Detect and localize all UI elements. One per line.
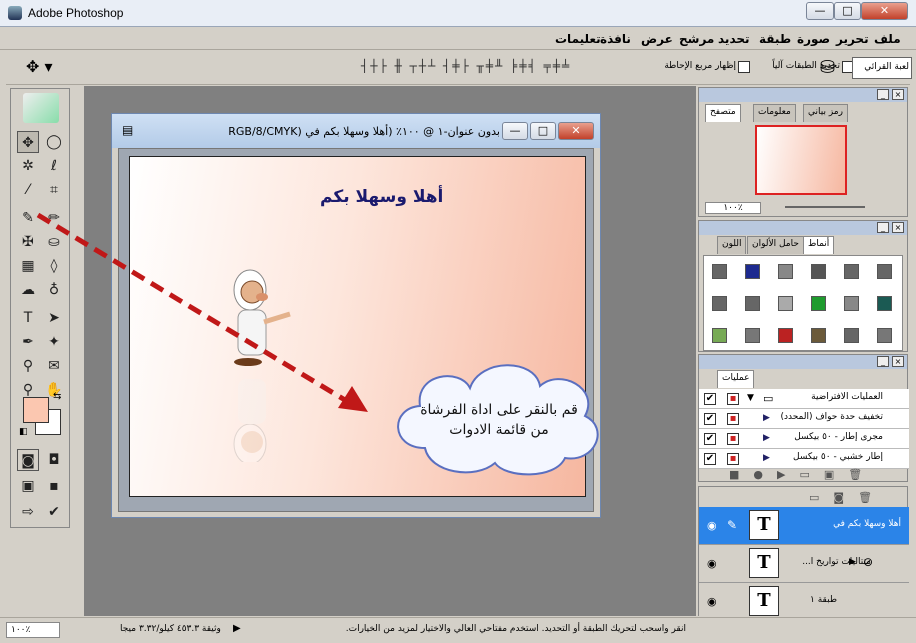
- instruction-callout: قم بالنقر على اداة الفرشاة من قائمة الاد…: [385, 348, 610, 480]
- style-swatch[interactable]: [778, 296, 793, 311]
- actions-panel: _ × عمليات ✔ ▪ ▼ ▭ العمليات الافتراضية ✔…: [698, 354, 909, 482]
- layers-top-buttons[interactable]: ▭◙🗑: [809, 491, 886, 504]
- actions-minimize-button[interactable]: _: [877, 356, 889, 367]
- visibility-eye-icon[interactable]: ◉: [707, 519, 717, 532]
- styles-panel: _ × أنماط حامل الألوان اللون: [698, 220, 908, 352]
- style-swatch[interactable]: [811, 296, 826, 311]
- style-swatch[interactable]: [877, 328, 892, 343]
- action-toggle[interactable]: ✔: [704, 393, 716, 405]
- navigator-preview[interactable]: [755, 125, 847, 195]
- style-swatch[interactable]: [811, 264, 826, 279]
- status-zoom-field[interactable]: ١٠٠٪: [6, 622, 60, 638]
- folder-icon: ▭: [763, 392, 774, 405]
- style-swatch[interactable]: [844, 296, 859, 311]
- action-row[interactable]: ✔ ▪ ▼ ▭ العمليات الافتراضية: [699, 389, 909, 409]
- layer-name: أهلا وسهلا بكم في: [833, 519, 901, 529]
- layer-name: متتاليات تواريخ ا...: [802, 557, 871, 567]
- navigator-panel: _ × رمز بياني معلومات متصفح ١٠٠٪: [698, 87, 908, 217]
- actions-panel-header: _ ×: [699, 355, 907, 369]
- action-dialog-toggle[interactable]: ▪: [727, 433, 739, 445]
- tab-histogram[interactable]: رمز بياني: [803, 104, 848, 122]
- styles-panel-header: _ ×: [699, 221, 907, 235]
- status-menu-triangle-icon[interactable]: ▶: [233, 623, 241, 634]
- navigator-panel-header: _ ×: [699, 88, 907, 102]
- layer-name: طبقة ١: [810, 595, 837, 605]
- style-swatch[interactable]: [745, 296, 760, 311]
- play-triangle-icon[interactable]: ▶: [763, 453, 770, 463]
- status-hint: انقر واسحب لتحريك الطبقة أو التحديد. است…: [345, 624, 686, 634]
- navigator-zoom-field[interactable]: ١٠٠٪: [705, 202, 761, 214]
- tab-color[interactable]: اللون: [717, 236, 747, 254]
- action-row[interactable]: ✔ ▪ ▶ تخفيف حدة حواف (المحدد): [699, 409, 909, 429]
- action-toggle[interactable]: ✔: [704, 413, 716, 425]
- action-label: إطار خشبي - ٥٠ بيكسل: [793, 452, 883, 462]
- action-row[interactable]: ✔ ▪ ▶ إطار خشبي - ٥٠ بيكسل: [699, 449, 909, 469]
- visibility-eye-icon[interactable]: ◉: [707, 595, 717, 608]
- action-toggle[interactable]: ✔: [704, 433, 716, 445]
- actions-close-button[interactable]: ×: [892, 356, 904, 367]
- actions-footer-buttons[interactable]: ■●▶▭▣🗑: [729, 468, 876, 481]
- actions-list: ✔ ▪ ▼ ▭ العمليات الافتراضية ✔ ▪ ▶ تخفيف …: [699, 389, 909, 469]
- style-swatch[interactable]: [712, 296, 727, 311]
- style-swatch[interactable]: [745, 264, 760, 279]
- effects-triangle-icon[interactable]: ▶: [849, 557, 856, 567]
- status-bar: ١٠٠٪ وثيقة ٤٥٣.٣ كيلو/٣.٣٢ ميجا ▶ انقر و…: [0, 617, 916, 643]
- tab-info[interactable]: معلومات: [753, 104, 796, 122]
- tab-styles[interactable]: أنماط: [803, 236, 835, 254]
- layer-row[interactable]: ◉ T متتاليات تواريخ ا... ▶ ⊘: [699, 545, 909, 583]
- tab-navigator[interactable]: متصفح: [705, 104, 741, 122]
- tab-actions[interactable]: عمليات: [717, 370, 755, 388]
- action-dialog-toggle[interactable]: ▪: [727, 453, 739, 465]
- panel-minimize-button[interactable]: _: [877, 89, 889, 100]
- action-label: العمليات الافتراضية: [811, 392, 883, 402]
- status-doc-size: وثيقة ٤٥٣.٣ كيلو/٣.٣٢ ميجا: [120, 624, 221, 634]
- style-swatch[interactable]: [712, 264, 727, 279]
- panel-close-button[interactable]: ×: [892, 89, 904, 100]
- style-swatch[interactable]: [877, 296, 892, 311]
- layer-thumbnail: T: [749, 510, 779, 540]
- play-triangle-icon[interactable]: ▶: [763, 413, 770, 423]
- action-row[interactable]: ✔ ▪ ▶ مجرى إطار - ٥٠ بيكسل: [699, 429, 909, 449]
- visibility-eye-icon[interactable]: ◉: [707, 557, 717, 570]
- layer-effects-icon: ⊘: [863, 555, 874, 569]
- play-triangle-icon[interactable]: ▶: [763, 433, 770, 443]
- action-label: تخفيف حدة حواف (المحدد): [780, 412, 883, 422]
- styles-grid[interactable]: [703, 255, 903, 351]
- style-swatch[interactable]: [778, 264, 793, 279]
- style-swatch[interactable]: [778, 328, 793, 343]
- layer-row[interactable]: ◉ T طبقة ١: [699, 583, 909, 621]
- styles-minimize-button[interactable]: _: [877, 222, 889, 233]
- callout-text: قم بالنقر على اداة الفرشاة من قائمة الاد…: [420, 402, 578, 438]
- foreground-color-swatch[interactable]: [23, 397, 49, 423]
- style-swatch[interactable]: [712, 328, 727, 343]
- style-swatch[interactable]: [844, 264, 859, 279]
- expand-triangle-icon[interactable]: ▼: [747, 393, 754, 403]
- action-toggle[interactable]: ✔: [704, 453, 716, 465]
- style-swatch[interactable]: [844, 328, 859, 343]
- navigator-zoom-slider[interactable]: [785, 206, 865, 208]
- action-dialog-toggle[interactable]: ▪: [727, 393, 739, 405]
- tab-swatches[interactable]: حامل الألوان: [747, 236, 804, 254]
- style-swatch[interactable]: [877, 264, 892, 279]
- action-dialog-toggle[interactable]: ▪: [727, 413, 739, 425]
- layers-panel: ▭◙🗑 ◉ ✎ T أهلا وسهلا بكم في ◉ T متتاليات…: [698, 486, 909, 621]
- style-swatch[interactable]: [811, 328, 826, 343]
- layer-thumbnail: T: [749, 548, 779, 578]
- action-label: مجرى إطار - ٥٠ بيكسل: [794, 432, 883, 442]
- layer-row[interactable]: ◉ ✎ T أهلا وسهلا بكم في: [699, 507, 909, 545]
- layer-brush-icon: ✎: [727, 518, 738, 532]
- style-swatch[interactable]: [745, 328, 760, 343]
- layer-thumbnail: T: [749, 586, 779, 616]
- styles-close-button[interactable]: ×: [892, 222, 904, 233]
